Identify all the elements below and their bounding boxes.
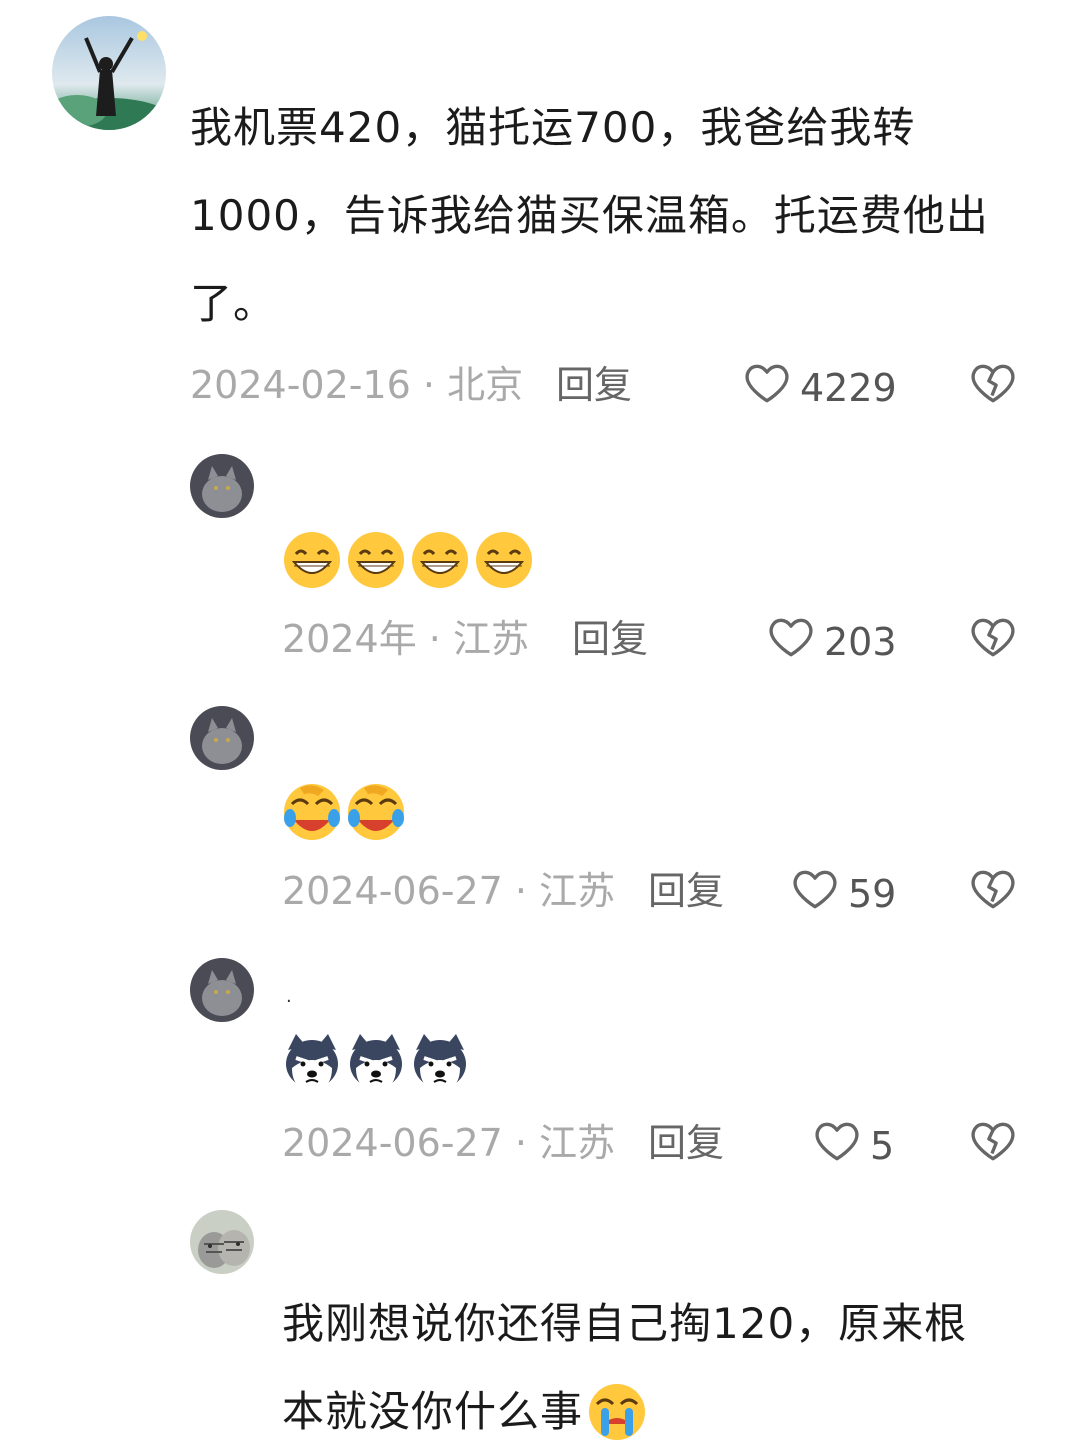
like-count: 5 (870, 1123, 895, 1168)
comment-date: 2024年 (282, 617, 417, 661)
emoji-row (282, 530, 534, 590)
user-avatar[interactable] (52, 16, 166, 130)
user-avatar[interactable] (190, 958, 254, 1022)
broken-heart-icon (971, 870, 1015, 909)
dislike-button[interactable] (968, 358, 1018, 412)
comment-meta: 2024-06-27 · 江苏 (282, 869, 615, 913)
gray-cat-avatar-icon (190, 454, 254, 518)
person-arms-raised-avatar-icon (52, 16, 166, 130)
heart-icon (766, 612, 816, 671)
crying-emoji-icon (589, 1384, 646, 1440)
user-avatar[interactable] (190, 454, 254, 518)
meta-separator: · (416, 617, 453, 661)
comment-date: 2024-06-27 (282, 869, 503, 913)
reply-button[interactable]: 回复 (572, 617, 648, 661)
like-button[interactable]: 4229 (742, 358, 897, 417)
comment-location: 江苏 (539, 1121, 616, 1165)
crying-laughing-emoji-icon (348, 784, 404, 840)
user-avatar[interactable] (190, 1210, 254, 1274)
comment-text-line: 我刚想说你还得自己掏120，原来根 (282, 1299, 968, 1348)
meta-separator: · (502, 869, 540, 913)
like-button[interactable]: 59 (790, 864, 896, 923)
like-button[interactable]: 203 (766, 612, 897, 671)
broken-heart-icon (971, 1122, 1015, 1161)
comment-date: 2024-02-16 (190, 363, 411, 407)
comment-text-line: 本就没你什么事 (282, 1368, 647, 1456)
reply-button[interactable]: 回复 (648, 1121, 724, 1165)
grin-emoji-icon (412, 532, 468, 588)
crying-laughing-emoji-icon (284, 784, 340, 840)
heart-icon (742, 358, 792, 417)
user-avatar[interactable] (190, 706, 254, 770)
like-count: 4229 (800, 365, 897, 410)
dislike-button[interactable] (968, 864, 1018, 918)
comment-location: 北京 (447, 363, 524, 407)
emoji-row (282, 782, 406, 842)
meta-separator: · (502, 1121, 540, 1165)
reply-button[interactable]: 回复 (556, 363, 632, 407)
grin-emoji-icon (348, 532, 404, 588)
dislike-button[interactable] (968, 1116, 1018, 1170)
meta-separator: · (410, 363, 448, 407)
grin-emoji-icon (284, 532, 340, 588)
broken-heart-icon (971, 618, 1015, 657)
emoji-row (282, 1032, 470, 1092)
tabby-cat-avatar-icon (190, 1210, 254, 1274)
comment-date: 2024-06-27 (282, 1121, 503, 1165)
gray-cat-avatar-icon (190, 706, 254, 770)
comment-location: 江苏 (452, 617, 529, 661)
comment-prefix: . (286, 986, 292, 1007)
comment-meta: 2024-06-27 · 江苏 (282, 1121, 615, 1165)
comment-location: 江苏 (539, 869, 616, 913)
comment-text-line-content: 本就没你什么事 (282, 1387, 584, 1436)
comment-meta: 2024年 · 江苏 (282, 617, 529, 661)
husky-emoji-icon (350, 1034, 402, 1090)
comment-meta: 2024-02-16 · 北京 (190, 363, 523, 407)
like-count: 59 (848, 871, 897, 916)
husky-emoji-icon (286, 1034, 338, 1090)
dislike-button[interactable] (968, 612, 1018, 666)
reply-button[interactable]: 回复 (648, 869, 724, 913)
heart-icon (790, 864, 840, 923)
heart-icon (812, 1116, 862, 1175)
like-button[interactable]: 5 (812, 1116, 894, 1175)
broken-heart-icon (971, 364, 1015, 403)
husky-emoji-icon (414, 1034, 466, 1090)
comment-text: 我机票420，猫托运700，我爸给我转1000，告诉我给猫买保温箱。托运费他出了… (190, 103, 989, 328)
like-count: 203 (824, 619, 897, 664)
gray-cat-avatar-icon (190, 958, 254, 1022)
grin-emoji-icon (476, 532, 532, 588)
